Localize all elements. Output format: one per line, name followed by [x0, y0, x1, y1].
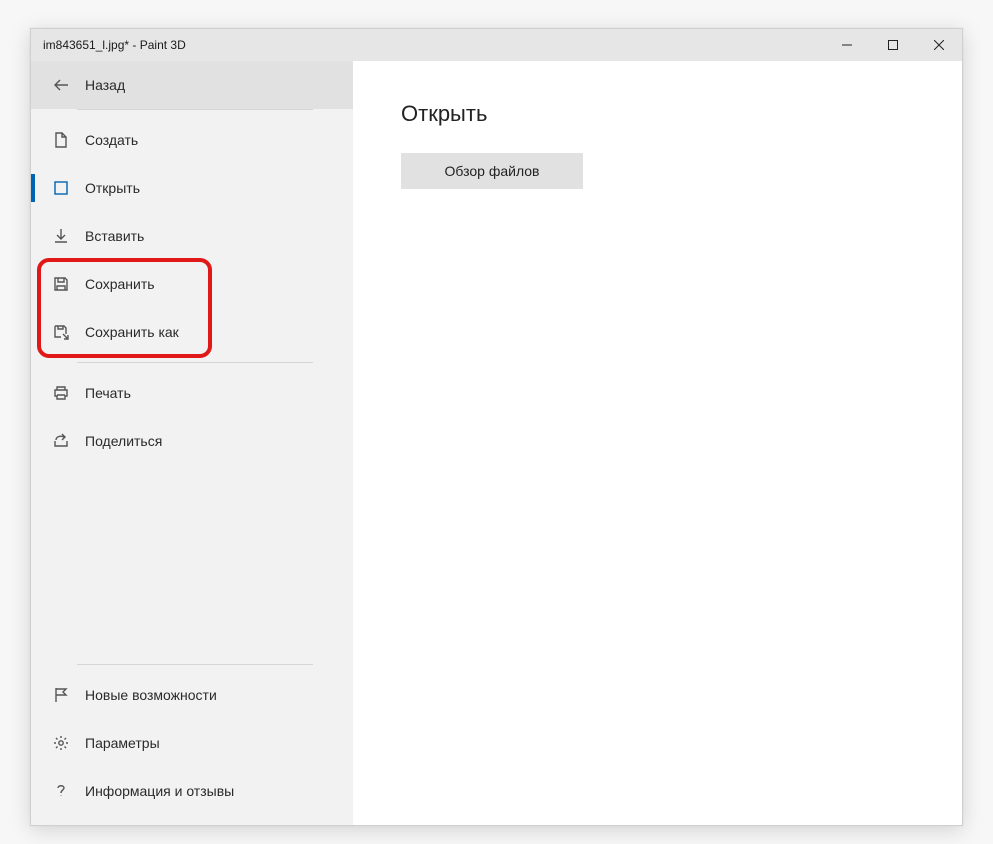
new-file-icon	[51, 132, 71, 148]
help-icon	[51, 783, 71, 799]
sidebar-item-new[interactable]: Создать	[31, 116, 353, 164]
sidebar-item-label: Поделиться	[85, 433, 162, 449]
sidebar-item-insert[interactable]: Вставить	[31, 212, 353, 260]
sidebar-bottom: Новые возможности Параметры Информация и…	[31, 664, 353, 825]
share-icon	[51, 433, 71, 449]
open-file-icon	[51, 180, 71, 196]
sidebar-item-label: Сохранить	[85, 276, 155, 292]
sidebar-item-open[interactable]: Открыть	[31, 164, 353, 212]
sidebar-item-print[interactable]: Печать	[31, 369, 353, 417]
divider	[77, 362, 313, 363]
content-panel: Открыть Обзор файлов	[353, 61, 962, 825]
sidebar-menu: Создать Открыть Вставить	[31, 110, 353, 465]
sidebar-item-label: Сохранить как	[85, 324, 179, 340]
gear-icon	[51, 735, 71, 751]
sidebar-item-label: Печать	[85, 385, 131, 401]
save-icon	[51, 276, 71, 292]
browse-files-button[interactable]: Обзор файлов	[401, 153, 583, 189]
maximize-button[interactable]	[870, 29, 916, 61]
close-icon	[934, 40, 944, 50]
save-as-icon	[51, 324, 71, 340]
flag-icon	[51, 687, 71, 703]
sidebar-item-label: Новые возможности	[85, 687, 217, 703]
back-label: Назад	[85, 77, 125, 93]
titlebar: im843651_l.jpg* - Paint 3D	[31, 29, 962, 61]
content-title: Открыть	[401, 101, 914, 127]
insert-icon	[51, 228, 71, 244]
sidebar-item-share[interactable]: Поделиться	[31, 417, 353, 465]
back-button[interactable]: Назад	[31, 61, 353, 109]
sidebar-item-label: Открыть	[85, 180, 140, 196]
sidebar-item-save[interactable]: Сохранить	[31, 260, 353, 308]
maximize-icon	[888, 40, 898, 50]
minimize-icon	[842, 40, 852, 50]
divider	[77, 664, 313, 665]
back-arrow-icon	[51, 77, 71, 93]
app-window: im843651_l.jpg* - Paint 3D Назад	[30, 28, 963, 826]
window-title: im843651_l.jpg* - Paint 3D	[43, 38, 186, 52]
sidebar-item-label: Создать	[85, 132, 138, 148]
sidebar-item-whatsnew[interactable]: Новые возможности	[31, 671, 353, 719]
sidebar-item-feedback[interactable]: Информация и отзывы	[31, 767, 353, 815]
minimize-button[interactable]	[824, 29, 870, 61]
sidebar-item-settings[interactable]: Параметры	[31, 719, 353, 767]
close-button[interactable]	[916, 29, 962, 61]
window-controls	[824, 29, 962, 61]
sidebar-item-saveas[interactable]: Сохранить как	[31, 308, 353, 356]
browse-label: Обзор файлов	[445, 163, 540, 179]
sidebar: Назад Создать Открыть	[31, 61, 353, 825]
sidebar-item-label: Параметры	[85, 735, 160, 751]
print-icon	[51, 385, 71, 401]
sidebar-item-label: Вставить	[85, 228, 144, 244]
window-body: Назад Создать Открыть	[31, 61, 962, 825]
sidebar-item-label: Информация и отзывы	[85, 783, 234, 799]
sidebar-spacer	[31, 465, 353, 664]
